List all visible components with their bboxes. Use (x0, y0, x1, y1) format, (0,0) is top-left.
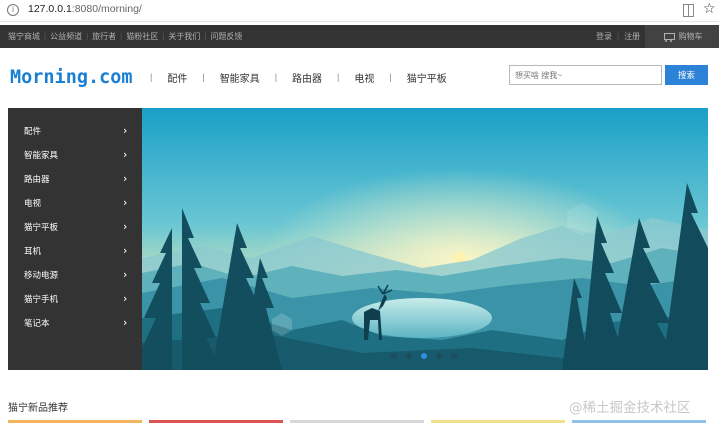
category-label: 猫宁手机 (24, 294, 59, 304)
chevron-right-icon: › (123, 292, 128, 305)
carousel-dots (391, 353, 466, 359)
nav-separator: | (389, 72, 392, 82)
category-label: 移动电源 (24, 270, 59, 280)
nav-item-router[interactable]: 路由器 (292, 70, 322, 85)
nav-separator: | (150, 72, 153, 82)
address-url[interactable]: 127.0.0.1:8080/morning/ (28, 3, 142, 15)
nav-item-tv[interactable]: 电视 (354, 70, 374, 85)
chevron-right-icon: › (123, 172, 128, 185)
url-path: :8080/morning/ (71, 3, 142, 15)
category-item-smart-home[interactable]: 智能家具 › (8, 143, 142, 167)
product-card-strip (149, 420, 283, 423)
category-label: 耳机 (24, 246, 42, 256)
url-host: 127.0.0.1 (28, 3, 72, 15)
carousel-dot-active[interactable] (421, 353, 427, 359)
banner-carousel[interactable] (142, 108, 708, 370)
register-link[interactable]: 注册 (624, 31, 640, 42)
category-label: 路由器 (24, 174, 50, 184)
cart-label: 购物车 (678, 32, 703, 41)
category-item-router[interactable]: 路由器 › (8, 167, 142, 191)
bookmark-star-icon[interactable]: ☆ (703, 1, 716, 17)
carousel-dot[interactable] (436, 353, 442, 359)
account-links: 登录 | 注册 (596, 25, 640, 48)
browser-address-bar: i 127.0.0.1:8080/morning/ ☆ (0, 0, 719, 22)
category-item-phone[interactable]: 猫宁手机 › (8, 287, 142, 311)
top-link-community[interactable]: 猫粉社区 (126, 31, 158, 42)
category-item-tablet[interactable]: 猫宁平板 › (8, 215, 142, 239)
separator: | (44, 32, 47, 41)
separator: | (162, 32, 165, 41)
separator: | (86, 32, 89, 41)
category-item-accessories[interactable]: 配件 › (8, 119, 142, 143)
category-label: 电视 (24, 198, 42, 208)
separator: | (120, 32, 123, 41)
section-title-new-products: 猫宁新品推荐 (8, 403, 68, 414)
chevron-right-icon: › (123, 148, 128, 161)
product-card-strip (8, 420, 142, 423)
carousel-dot[interactable] (406, 353, 412, 359)
site-logo[interactable]: Morning.com (10, 67, 133, 88)
nav-item-accessories[interactable]: 配件 (167, 70, 187, 85)
category-item-headphones[interactable]: 耳机 › (8, 239, 142, 263)
cart-icon (662, 32, 675, 42)
carousel-dot[interactable] (391, 353, 397, 359)
top-link-feedback[interactable]: 问题反馈 (210, 31, 242, 42)
login-link[interactable]: 登录 (596, 31, 612, 42)
chevron-right-icon: › (123, 196, 128, 209)
chevron-right-icon: › (123, 268, 128, 281)
top-link-charity[interactable]: 公益频道 (50, 31, 82, 42)
category-item-laptop[interactable]: 笔记本 › (8, 311, 142, 335)
category-label: 配件 (24, 126, 42, 136)
search-button[interactable]: 搜索 (665, 65, 708, 85)
top-bar: 猫宁商城 | 公益频道 | 旅行者 | 猫粉社区 | 关于我们 | 问题反馈 登录 | 注册… (0, 25, 719, 48)
search-input[interactable] (509, 65, 662, 85)
main-nav: | 配件 | 智能家具 | 路由器 | 电视 | 猫宁平板 (150, 69, 447, 85)
category-sidebar: 配件 › 智能家具 › 路由器 › 电视 › 猫宁平板 › 耳机 › 移动电源 › 猫宁手机 ›… (8, 108, 142, 370)
info-icon[interactable]: i (7, 4, 19, 16)
nav-item-tablet[interactable]: 猫宁平板 (407, 70, 447, 85)
top-link-about[interactable]: 关于我们 (168, 31, 200, 42)
top-link-traveler[interactable]: 旅行者 (92, 31, 116, 42)
separator: | (617, 32, 620, 41)
category-label: 笔记本 (24, 318, 50, 328)
nav-separator: | (274, 72, 278, 82)
chevron-right-icon: › (123, 124, 128, 137)
category-item-power-bank[interactable]: 移动电源 › (8, 263, 142, 287)
nav-separator: | (337, 72, 340, 82)
chevron-right-icon: › (123, 244, 128, 257)
separator: | (204, 32, 207, 41)
nav-separator: | (202, 72, 205, 82)
reader-mode-icon[interactable] (683, 4, 694, 17)
chevron-right-icon: › (123, 316, 128, 329)
top-link-mall[interactable]: 猫宁商城 (8, 31, 40, 42)
banner-image (142, 108, 708, 370)
category-label: 猫宁平板 (24, 222, 59, 232)
chevron-right-icon: › (123, 220, 128, 233)
carousel-dot[interactable] (451, 353, 457, 359)
cart-button[interactable]: 购物车 (645, 25, 719, 48)
category-label: 智能家具 (24, 150, 59, 160)
nav-item-smart-home[interactable]: 智能家具 (220, 70, 260, 85)
product-card-strip (431, 420, 565, 423)
category-item-tv[interactable]: 电视 › (8, 191, 142, 215)
top-links: 猫宁商城 | 公益频道 | 旅行者 | 猫粉社区 | 关于我们 | 问题反馈 (8, 25, 242, 48)
product-card-strip (290, 420, 424, 423)
product-card-strip (572, 420, 706, 423)
watermark: @稀土掘金技术社区 (569, 400, 691, 416)
